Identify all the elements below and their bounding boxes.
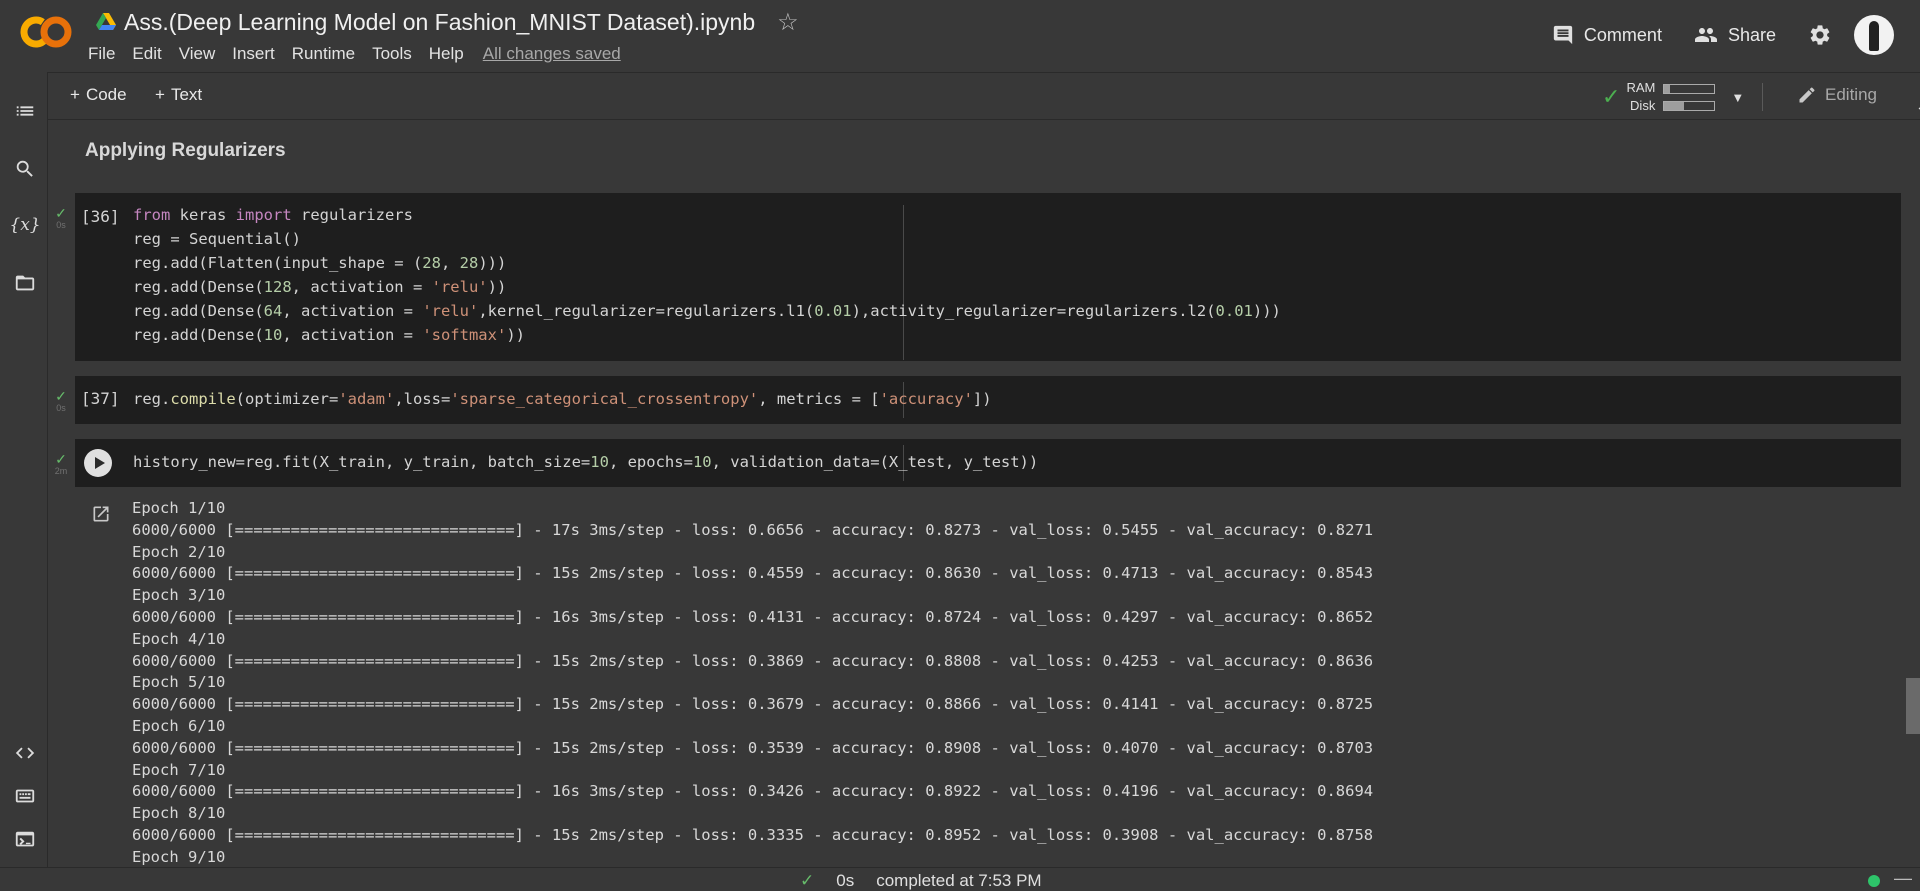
menu-runtime[interactable]: Runtime: [292, 44, 355, 64]
status-bar: ✓ 0s completed at 7:53 PM —: [0, 867, 1920, 891]
notebook-title[interactable]: Ass.(Deep Learning Model on Fashion_MNIS…: [124, 9, 755, 36]
code-cell[interactable]: ✓ 0s [36] from keras import regularizers…: [55, 193, 1901, 361]
success-check-icon: ✓: [55, 205, 67, 221]
cell-status: ✓ 2m: [51, 451, 71, 476]
toolbar-divider: [1762, 83, 1764, 111]
section-heading: Applying Regularizers: [85, 140, 286, 161]
comment-icon: [1553, 25, 1573, 45]
status-completed: completed at 7:53 PM: [876, 871, 1042, 890]
execution-status: ✓ 0s completed at 7:53 PM: [800, 871, 1042, 891]
editing-label: Editing: [1825, 85, 1877, 104]
menu-view[interactable]: View: [179, 44, 216, 64]
save-status-link[interactable]: All changes saved: [483, 44, 621, 64]
menu-insert[interactable]: Insert: [232, 44, 275, 64]
menu-bar: File Edit View Insert Runtime Tools Help…: [88, 44, 638, 64]
code-snippets-icon[interactable]: [12, 740, 38, 766]
code-editor[interactable]: history_new=reg.fit(X_train, y_train, ba…: [133, 450, 1038, 474]
resource-bars: [1663, 83, 1716, 111]
resources-indicator[interactable]: ✓ RAM Disk ▼: [1602, 79, 1764, 115]
cell-output: Epoch 1/10 6000/6000 [==================…: [132, 499, 1374, 866]
ram-bar-fill: [1664, 84, 1671, 93]
share-button[interactable]: Share: [1694, 23, 1776, 47]
search-icon[interactable]: [12, 156, 38, 182]
code-cell[interactable]: ✓ 0s [37] reg.compile(optimizer='adam',l…: [55, 376, 1901, 424]
terminal-icon[interactable]: [12, 827, 38, 853]
success-check-icon: ✓: [55, 451, 67, 467]
files-icon[interactable]: [12, 270, 38, 296]
notebook-toolbar: + Code + Text ✓ RAM Disk ▼ Editing ︿: [48, 72, 1920, 120]
execution-count: [36]: [81, 207, 120, 226]
menu-file[interactable]: File: [88, 44, 115, 64]
gear-icon[interactable]: [1808, 23, 1832, 47]
plus-icon: +: [70, 85, 80, 104]
editing-mode-button[interactable]: Editing: [1797, 85, 1877, 105]
cell-run-time: 0s: [56, 403, 66, 413]
ram-label: RAM: [1626, 80, 1656, 95]
header-actions: Comment Share: [1552, 12, 1920, 58]
add-text-button[interactable]: + Text: [155, 85, 202, 105]
connected-check-icon: ✓: [1602, 84, 1621, 109]
add-code-label: Code: [85, 85, 127, 104]
cell-run-time: 0s: [56, 220, 66, 230]
add-code-button[interactable]: + Code: [70, 85, 127, 105]
avatar[interactable]: [1854, 15, 1894, 55]
cell-status: ✓ 0s: [51, 205, 71, 230]
menu-edit[interactable]: Edit: [132, 44, 161, 64]
variables-icon[interactable]: {x}: [9, 212, 40, 238]
pencil-icon: [1799, 87, 1815, 103]
disk-label: Disk: [1630, 98, 1656, 113]
scrollbar-thumb[interactable]: [1906, 678, 1920, 734]
add-text-label: Text: [170, 85, 203, 104]
plus-icon: +: [155, 85, 165, 104]
execution-count: [37]: [81, 389, 120, 408]
comment-button[interactable]: Comment: [1552, 24, 1662, 46]
status-duration: 0s: [836, 871, 855, 890]
success-check-icon: ✓: [800, 871, 815, 890]
cell-run-time: 2m: [54, 466, 68, 476]
header: Ass.(Deep Learning Model on Fashion_MNIS…: [0, 0, 1920, 72]
share-label: Share: [1727, 24, 1776, 45]
run-cell-button[interactable]: [84, 449, 112, 477]
connected-status-dot[interactable]: [1868, 875, 1880, 887]
comment-label: Comment: [1583, 24, 1662, 45]
people-icon: [1694, 28, 1717, 42]
disk-bar-fill: [1664, 101, 1685, 110]
ram-bar: [1663, 83, 1716, 94]
star-icon[interactable]: ☆: [777, 8, 799, 37]
google-drive-icon: [96, 13, 116, 30]
notebook-title-area: Ass.(Deep Learning Model on Fashion_MNIS…: [96, 8, 799, 36]
code-editor[interactable]: reg.compile(optimizer='adam',loss='spars…: [133, 387, 992, 411]
disk-bar: [1663, 100, 1716, 111]
code-editor[interactable]: from keras import regularizers reg = Seq…: [133, 203, 1281, 347]
success-check-icon: ✓: [55, 388, 67, 404]
notebook-area: Applying Regularizers ✓ 0s [36] from ker…: [49, 120, 1920, 867]
resource-labels: RAM Disk: [1626, 79, 1655, 115]
menu-help[interactable]: Help: [429, 44, 464, 64]
menu-tools[interactable]: Tools: [372, 44, 412, 64]
cell-status: ✓ 0s: [51, 388, 71, 413]
command-palette-icon[interactable]: [12, 783, 38, 809]
code-cell[interactable]: ✓ 2m history_new=reg.fit(X_train, y_trai…: [55, 439, 1901, 487]
caret-down-icon[interactable]: ▼: [1731, 90, 1744, 105]
table-of-contents-icon[interactable]: [12, 98, 38, 124]
left-rail: {x}: [0, 72, 48, 891]
minimize-icon[interactable]: —: [1894, 868, 1912, 889]
output-actions-icon[interactable]: [91, 504, 111, 529]
colab-logo[interactable]: [20, 14, 72, 50]
